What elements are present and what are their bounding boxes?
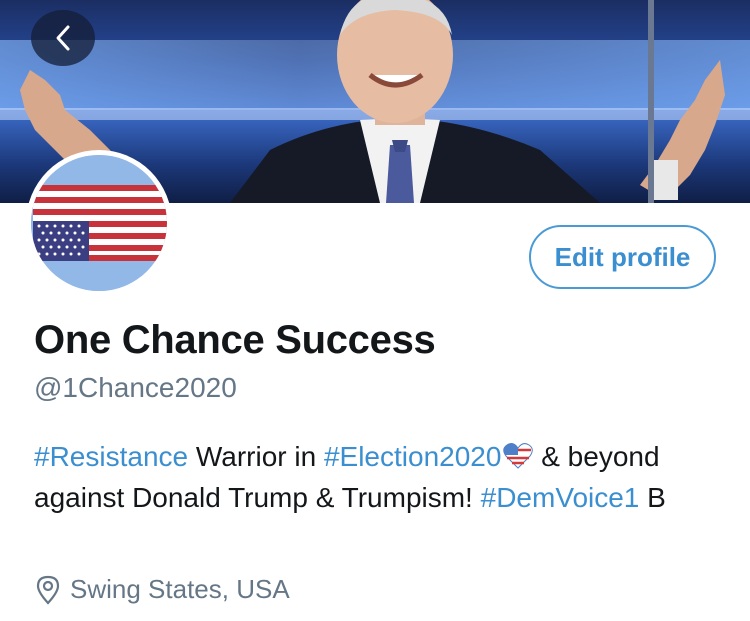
hashtag-resistance-link[interactable]: #Resistance [34, 441, 188, 472]
us-flag-icon [31, 155, 167, 291]
bio-text: Warrior in [188, 441, 324, 472]
chevron-left-icon [56, 25, 70, 51]
map-pin-icon [36, 575, 60, 605]
avatar-image [31, 155, 167, 291]
location-text: Swing States, USA [70, 574, 290, 604]
back-button[interactable] [31, 10, 95, 66]
flag-heart-icon [503, 443, 534, 469]
bio-text: B [639, 482, 666, 513]
hashtag-election2020-link[interactable]: #Election2020 [324, 441, 501, 472]
profile-display-name: One Chance Success [34, 318, 436, 362]
profile-bio: #Resistance Warrior in #Election2020 & b… [34, 436, 724, 518]
edit-profile-button[interactable]: Edit profile [529, 225, 716, 289]
banner-pole [648, 0, 654, 203]
profile-location: Swing States, USA [34, 574, 290, 605]
profile-handle: @1Chance2020 [34, 372, 237, 403]
profile-avatar[interactable] [26, 150, 172, 296]
hashtag-demvoice1-link[interactable]: #DemVoice1 [481, 482, 640, 513]
